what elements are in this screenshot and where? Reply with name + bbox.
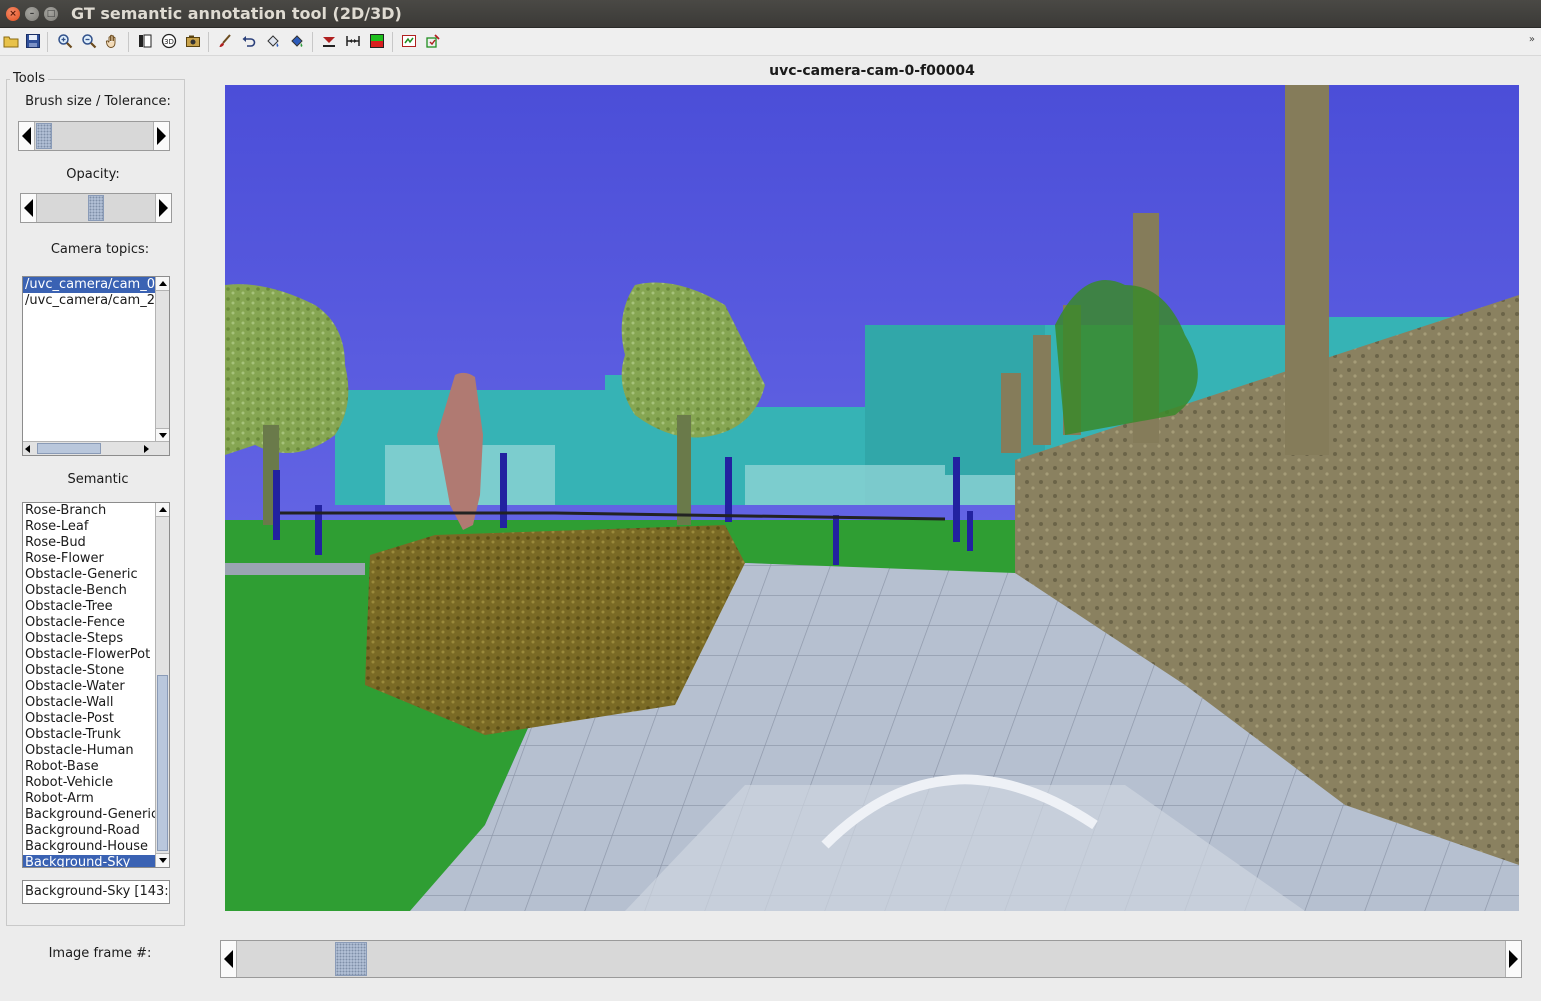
semantic-vscroll-thumb[interactable] xyxy=(157,675,168,851)
camera-topics-label: Camera topics: xyxy=(50,242,150,257)
frame-slider-left-arrow-icon[interactable] xyxy=(221,941,237,977)
semantic-class-item[interactable]: Obstacle-FlowerPot xyxy=(23,647,156,663)
semantic-vscrollbar[interactable] xyxy=(155,503,169,867)
scroll-up-arrow-icon[interactable] xyxy=(156,277,169,291)
scroll-up-arrow-icon[interactable] xyxy=(156,503,169,517)
camera-topics-hscroll-thumb[interactable] xyxy=(37,443,101,454)
scroll-right-arrow-icon[interactable] xyxy=(144,445,149,453)
semantic-class-item[interactable]: Obstacle-Wall xyxy=(23,695,156,711)
scroll-down-arrow-icon[interactable] xyxy=(156,853,169,867)
annotation-canvas[interactable] xyxy=(225,85,1519,911)
semantic-class-item[interactable]: Obstacle-Water xyxy=(23,679,156,695)
semantic-class-item[interactable]: Background-Road xyxy=(23,823,156,839)
semantic-class-item[interactable]: Background-Generic xyxy=(23,807,156,823)
brush-slider-thumb[interactable] xyxy=(36,123,52,149)
window-title-bar: × – □ GT semantic annotation tool (2D/3D… xyxy=(0,0,1541,28)
semantic-class-item[interactable]: Obstacle-Stone xyxy=(23,663,156,679)
settings-icon[interactable] xyxy=(424,32,442,50)
save-icon[interactable] xyxy=(24,32,42,50)
mask-color-icon[interactable] xyxy=(368,32,386,50)
semantic-class-item[interactable]: Obstacle-Post xyxy=(23,711,156,727)
semantic-class-item[interactable]: Obstacle-Fence xyxy=(23,615,156,631)
semantic-class-item[interactable]: Obstacle-Human xyxy=(23,743,156,759)
camera-topics-vscrollbar[interactable] xyxy=(155,277,169,442)
semantic-class-item[interactable]: Robot-Vehicle xyxy=(23,775,156,791)
undo-icon[interactable] xyxy=(240,32,258,50)
fill-icon[interactable] xyxy=(264,32,282,50)
semantic-class-item[interactable]: Robot-Base xyxy=(23,759,156,775)
semantic-class-item[interactable]: Robot-Arm xyxy=(23,791,156,807)
scroll-down-arrow-icon[interactable] xyxy=(156,428,169,442)
camera-topic-item[interactable]: /uvc_camera/cam_2 xyxy=(23,293,156,309)
frame-icon[interactable] xyxy=(136,32,154,50)
brush-slider-right-arrow-icon[interactable] xyxy=(153,122,169,150)
fill-all-icon[interactable] xyxy=(288,32,306,50)
semantic-label: Semantic xyxy=(67,472,129,487)
toolbar-overflow-icon[interactable]: » xyxy=(1529,34,1535,45)
image-title: uvc-camera-cam-0-f00004 xyxy=(769,63,975,79)
selected-class-field[interactable]: Background-Sky [143: xyxy=(22,880,170,904)
minimize-window-button[interactable]: – xyxy=(25,7,39,21)
post-region xyxy=(1285,85,1329,455)
semantic-class-list[interactable]: Rose-Branch Rose-Leaf Rose-Bud Rose-Flower O… xyxy=(22,502,170,868)
brush-size-slider[interactable] xyxy=(18,121,170,151)
brush-icon[interactable] xyxy=(216,32,234,50)
zoom-out-icon[interactable] xyxy=(80,32,98,50)
brush-slider-left-arrow-icon[interactable] xyxy=(19,122,35,150)
opacity-label: Opacity: xyxy=(66,167,120,182)
semantic-class-item[interactable]: Rose-Branch xyxy=(23,503,156,519)
camera-topics-hscrollbar[interactable] xyxy=(23,441,169,455)
image-frame-slider[interactable] xyxy=(220,940,1522,978)
pan-hand-icon[interactable] xyxy=(104,32,122,50)
3d-view-icon[interactable]: 3D xyxy=(160,32,178,50)
window-title: GT semantic annotation tool (2D/3D) xyxy=(71,4,402,23)
opacity-slider-right-arrow-icon[interactable] xyxy=(155,194,171,222)
opacity-slider[interactable] xyxy=(20,193,172,223)
frame-slider-right-arrow-icon[interactable] xyxy=(1505,941,1521,977)
measure-icon[interactable] xyxy=(344,32,362,50)
semantic-class-item[interactable]: Rose-Leaf xyxy=(23,519,156,535)
robot-icon[interactable] xyxy=(320,32,338,50)
open-folder-icon[interactable] xyxy=(2,32,20,50)
camera-topics-list[interactable]: /uvc_camera/cam_0 /uvc_camera/cam_2 xyxy=(22,276,170,456)
semantic-class-item[interactable]: Rose-Bud xyxy=(23,535,156,551)
frame-slider-thumb[interactable] xyxy=(335,942,367,976)
opacity-slider-thumb[interactable] xyxy=(88,195,104,221)
semantic-class-item[interactable]: Obstacle-Bench xyxy=(23,583,156,599)
semantic-class-item[interactable]: Rose-Flower xyxy=(23,551,156,567)
svg-text:3D: 3D xyxy=(164,38,174,46)
tools-legend: Tools xyxy=(10,71,49,86)
toolbar: 3D » xyxy=(0,28,1541,56)
semantic-class-item[interactable]: Obstacle-Steps xyxy=(23,631,156,647)
close-window-button[interactable]: × xyxy=(6,7,20,21)
brush-size-label: Brush size / Tolerance: xyxy=(25,94,171,109)
maximize-window-button[interactable]: □ xyxy=(44,7,58,21)
semantic-class-item[interactable]: Obstacle-Generic xyxy=(23,567,156,583)
opacity-slider-left-arrow-icon[interactable] xyxy=(21,194,37,222)
annotated-image[interactable] xyxy=(225,85,1519,911)
semantic-class-item[interactable]: Obstacle-Tree xyxy=(23,599,156,615)
export-icon[interactable] xyxy=(400,32,418,50)
semantic-class-item[interactable]: Background-Sky xyxy=(23,855,156,867)
zoom-in-icon[interactable] xyxy=(56,32,74,50)
semantic-class-item[interactable]: Obstacle-Trunk xyxy=(23,727,156,743)
camera-icon[interactable] xyxy=(184,32,202,50)
image-frame-label: Image frame #: xyxy=(48,946,152,961)
semantic-class-item[interactable]: Background-House xyxy=(23,839,156,855)
scroll-left-arrow-icon[interactable] xyxy=(25,445,30,453)
camera-topic-item[interactable]: /uvc_camera/cam_0 xyxy=(23,277,156,293)
